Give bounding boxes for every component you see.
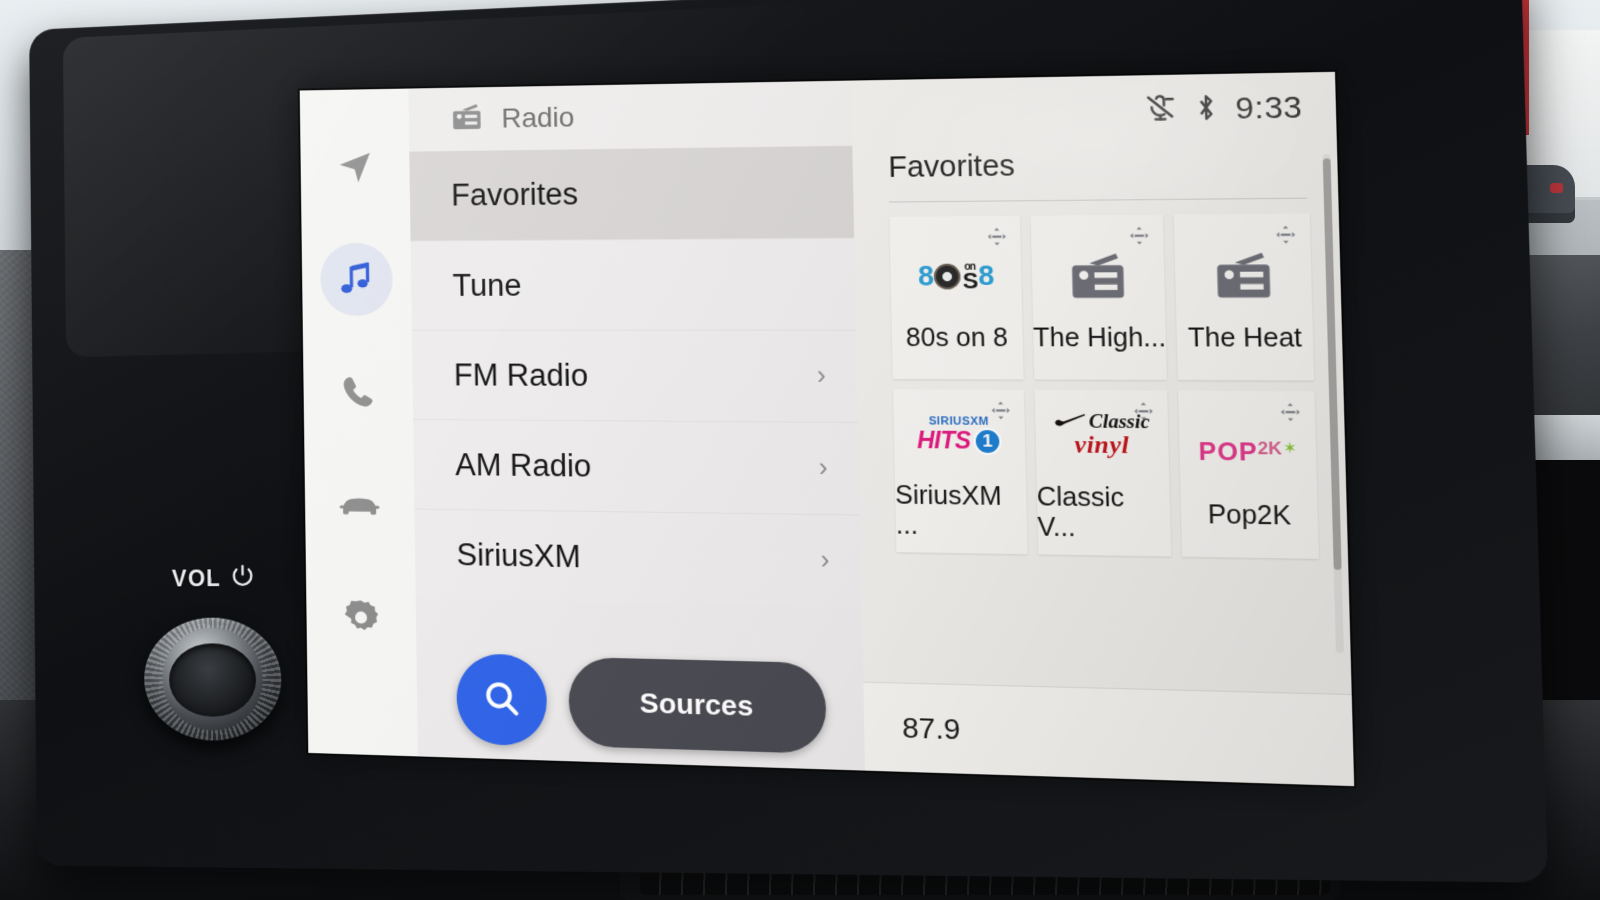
sidebar-item-settings[interactable]: [325, 581, 398, 656]
logo-text-right: 8: [977, 260, 994, 292]
favorite-tile[interactable]: POP 2K ✶ Pop2K: [1178, 390, 1319, 559]
generic-radio-icon: [1210, 241, 1276, 311]
menu-item-label: Favorites: [450, 176, 579, 213]
chevron-right-icon: ›: [820, 545, 830, 575]
favorite-tile-label: Classic V...: [1036, 482, 1125, 543]
status-clock: 9:33: [1235, 90, 1303, 126]
app-rail: [299, 88, 419, 757]
now-playing-bar[interactable]: 87.9: [863, 681, 1355, 787]
panel-action-bar: Sources: [416, 638, 865, 770]
favorite-tile[interactable]: SIRIUSXM HITS 1 SiriusXM ...: [893, 389, 1028, 555]
logo-badge-one: 1: [973, 427, 1002, 455]
radio-icon: [450, 102, 484, 137]
menu-item-label: FM Radio: [453, 357, 589, 393]
microphone-muted-icon: [1143, 92, 1177, 129]
drag-handle-icon[interactable]: [986, 226, 1008, 252]
search-icon: [480, 676, 523, 722]
photo-scene: VOL Radio Favorites Tune FM Radio › AM R…: [0, 0, 1600, 900]
logo-star-icon: ✶: [1282, 439, 1298, 458]
sidebar-item-vehicle[interactable]: [323, 468, 396, 542]
drag-handle-icon[interactable]: [989, 400, 1011, 426]
search-button[interactable]: [456, 653, 548, 747]
chevron-right-icon: ›: [818, 453, 828, 483]
logo-text-2k: 2K: [1257, 437, 1283, 459]
menu-item-label: AM Radio: [454, 446, 592, 484]
panel-header-title: Radio: [501, 101, 575, 134]
music-note-icon: [336, 259, 377, 301]
drag-handle-icon[interactable]: [1133, 401, 1155, 427]
power-icon[interactable]: [229, 562, 255, 589]
sidebar-item-media[interactable]: [320, 242, 394, 316]
drag-handle-icon[interactable]: [1128, 225, 1150, 251]
touchscreen-display[interactable]: Radio Favorites Tune FM Radio › AM Radio…: [299, 71, 1355, 787]
sources-button[interactable]: Sources: [568, 656, 827, 754]
menu-item-favorites[interactable]: Favorites: [409, 145, 855, 241]
favorite-tile[interactable]: The High...: [1030, 214, 1168, 380]
navigation-arrow-icon: [333, 145, 376, 189]
menu-item-tune[interactable]: Tune: [410, 237, 857, 330]
gear-icon: [340, 597, 382, 640]
drag-handle-icon[interactable]: [1279, 401, 1302, 428]
radio-menu-list: Favorites Tune FM Radio › AM Radio › Sir…: [409, 145, 862, 649]
volume-knob-knurling: [143, 617, 283, 741]
favorite-tile[interactable]: The Heat: [1174, 213, 1315, 381]
chevron-right-icon: ›: [816, 361, 826, 390]
menu-item-label: SiriusXM: [456, 536, 581, 574]
favorite-tile-label: The Heat: [1187, 322, 1303, 353]
favorites-grid: 8 on S 8 80s on 8 The High... The Heat S…: [853, 198, 1351, 694]
panel-header: Radio: [408, 80, 853, 152]
favorite-tile-label: 80s on 8: [905, 322, 1009, 352]
guitar-icon: [1053, 413, 1086, 433]
drag-handle-icon[interactable]: [1274, 224, 1297, 250]
bluetooth-icon: [1193, 91, 1218, 128]
logo-text-s: S: [962, 267, 978, 294]
phone-icon: [338, 372, 378, 412]
radio-menu-panel: Radio Favorites Tune FM Radio › AM Radio…: [408, 80, 866, 771]
favorite-tile[interactable]: 8 on S 8 80s on 8: [889, 215, 1024, 380]
menu-item-siriusxm[interactable]: SiriusXM ›: [414, 508, 862, 608]
sidebar-item-navigation[interactable]: [319, 130, 392, 204]
station-logo-80s-on-8: 8 on S 8: [917, 242, 994, 310]
logo-text-vinyl: vinyl: [1074, 432, 1130, 460]
favorites-panel: 9:33 Favorites 8 on S 8 80s on 8 The Hig…: [850, 71, 1355, 787]
volume-label: VOL: [171, 565, 222, 592]
menu-item-fm-radio[interactable]: FM Radio ›: [411, 329, 858, 422]
menu-item-label: Tune: [452, 267, 522, 303]
vinyl-disc-icon: [933, 263, 961, 290]
logo-text-hits: HITS: [916, 426, 971, 454]
menu-item-am-radio[interactable]: AM Radio ›: [413, 418, 860, 515]
car-icon: [338, 485, 381, 525]
favorites-title: Favorites: [888, 149, 1016, 185]
logo-text-pop: POP: [1198, 437, 1259, 467]
favorite-tile-label: The High...: [1032, 322, 1167, 353]
now-playing-frequency: 87.9: [901, 711, 961, 745]
favorite-tile[interactable]: Classic vinyl Classic V...: [1034, 389, 1172, 557]
logo-text-left: 8: [917, 260, 934, 292]
favorite-tile-label: SiriusXM ...: [894, 480, 1002, 541]
generic-radio-icon: [1066, 241, 1130, 310]
favorite-tile-label: Pop2K: [1207, 499, 1292, 531]
sidebar-item-phone[interactable]: [322, 355, 395, 429]
status-bar: 9:33: [851, 72, 1337, 144]
infotainment-head-unit: VOL Radio Favorites Tune FM Radio › AM R…: [29, 0, 1549, 883]
